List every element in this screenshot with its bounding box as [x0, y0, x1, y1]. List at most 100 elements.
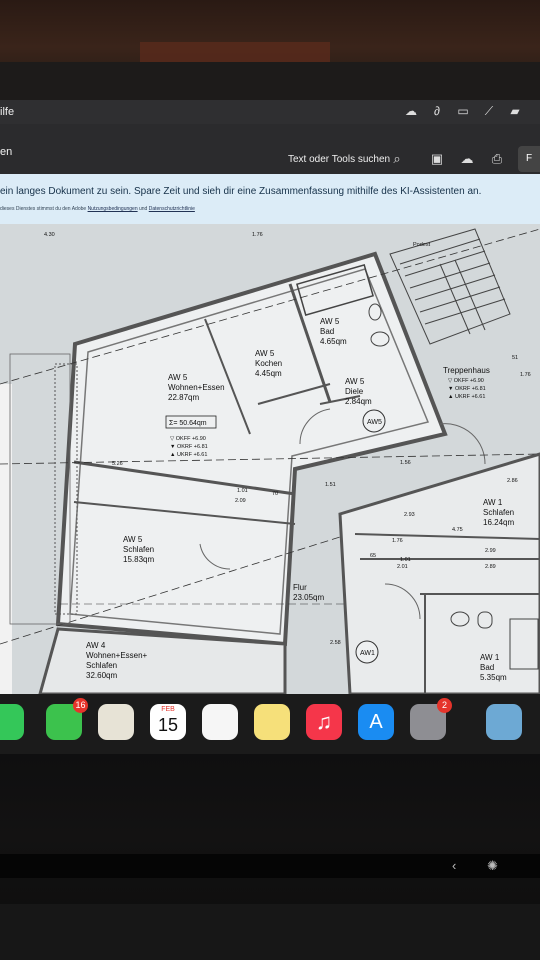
dim-6: 1.76 — [392, 538, 403, 544]
room-label-aw1-bad-3: 5.35qm — [480, 673, 507, 682]
room-label-flur-1: Flur — [293, 583, 307, 592]
legal-and: und — [139, 206, 148, 212]
banner-text: ein langes Dokument zu sein. Spare Zeit … — [0, 186, 482, 197]
dim-15: 1.76 — [520, 372, 531, 378]
room-label-bad-3: 4.65qm — [320, 337, 347, 346]
dim-8: 2.01 — [397, 564, 408, 570]
level-okff: ▽ OKFF +6.90 — [170, 436, 206, 442]
room-label-aw1-schlafen-1: AW 1 — [483, 498, 503, 507]
room-label-aw1-schlafen-2: Schlafen — [483, 508, 514, 517]
dim-10: 2.89 — [485, 564, 496, 570]
keyboard-keys — [0, 904, 540, 960]
legal-prefix: dieses Dienstes stimmst du den Adobe — [0, 206, 87, 212]
level-ukrf: ▲ UKRF +6.61 — [170, 452, 207, 458]
dim-7: 1.01 — [400, 557, 411, 563]
tag-aw5: AW5 — [367, 419, 382, 426]
settings-badge: 2 — [437, 698, 452, 713]
menu-app-name[interactable]: ilfe — [0, 106, 14, 118]
scribble-icon[interactable]: ∂ — [430, 104, 444, 118]
chevron-left-icon[interactable]: ‹ — [452, 858, 456, 873]
room-label-schlafen-2: Schlafen — [123, 545, 154, 554]
room-label-diele-3: 2.84qm — [345, 397, 372, 406]
dim-11: 4.75 — [452, 527, 463, 533]
document-tab-label[interactable]: en — [0, 146, 12, 158]
menu-status-icons: ☁ ∂ ▭ ⟋ ▰ — [404, 104, 522, 118]
room-label-bad-2: Bad — [320, 327, 334, 336]
search-icon[interactable]: ⌕ — [388, 150, 406, 168]
dim-1: 5.26 — [112, 461, 123, 467]
room-label-schlafen-1: AW 5 — [123, 535, 143, 544]
room-label-aw4-4: 32.60qm — [86, 671, 117, 680]
trepp-level-okff: ▽ OKFF +6.90 — [448, 378, 484, 384]
trepp-level-okrf: ▼ OKRF +6.81 — [448, 386, 486, 392]
cloud-icon[interactable]: ☁ — [404, 104, 418, 118]
area-sum-box: Σ= 50.64qm — [169, 420, 207, 427]
notes-app-icon[interactable] — [254, 704, 290, 740]
dim-20: 4.30 — [44, 232, 55, 238]
messages-app-icon[interactable]: 16 — [46, 698, 88, 740]
acrobat-toolbar: en Text oder Tools suchen ⌕ ▣ ☁ ⎙ F — [0, 124, 540, 174]
save-icon[interactable]: ▣ — [428, 150, 446, 168]
dim-5: 1.51 — [325, 482, 336, 488]
room-label-kochen-2: Kochen — [255, 359, 282, 368]
floor-plan-drawing: AW 5 Wohnen+Essen 22.87qm AW 5 Kochen 4.… — [0, 224, 540, 694]
messages-badge: 16 — [73, 698, 88, 713]
dim-3: 2.09 — [235, 498, 246, 504]
calendar-month: FEB — [161, 706, 175, 713]
room-label-diele-1: AW 5 — [345, 377, 365, 386]
room-label-bad-1: AW 5 — [320, 317, 340, 326]
preview-app-icon[interactable] — [486, 704, 522, 740]
macos-dock: 16 FEB 15 ♫ A 2 — [0, 694, 540, 754]
room-label-wohnen-3: 22.87qm — [168, 393, 199, 402]
dim-2: 1.01 — [237, 488, 248, 494]
room-label-aw4-3: Schlafen — [86, 661, 117, 670]
room-label-aw4-1: AW 4 — [86, 641, 106, 650]
dim-4: 70 — [272, 491, 278, 497]
calendar-day: 15 — [157, 715, 179, 735]
maps-app-icon[interactable] — [98, 704, 134, 740]
reminders-app-icon[interactable] — [202, 704, 238, 740]
ai-assistant-banner: ein langes Dokument zu sein. Spare Zeit … — [0, 174, 540, 224]
level-okrf: ▼ OKRF +6.81 — [170, 444, 208, 450]
side-tab[interactable]: F — [518, 146, 540, 172]
terms-link[interactable]: Nutzungsbedingungen — [88, 206, 138, 212]
screen-bezel — [0, 62, 540, 105]
banner-legal-text: dieses Dienstes stimmst du den Adobe Nut… — [0, 206, 195, 212]
room-label-aw1-schlafen-3: 16.24qm — [483, 518, 514, 527]
room-label-kochen-3: 4.45qm — [255, 369, 282, 378]
print-icon[interactable]: ⎙ — [488, 150, 506, 168]
room-label-schlafen-3: 15.83qm — [123, 555, 154, 564]
floor-plan-view[interactable]: AW 5 Wohnen+Essen 22.87qm AW 5 Kochen 4.… — [0, 224, 540, 694]
room-label-aw1-bad-2: Bad — [480, 663, 494, 672]
battery-icon[interactable]: ▰ — [508, 104, 522, 118]
room-label-kochen-1: AW 5 — [255, 349, 275, 358]
trepp-level-ukrf: ▲ UKRF +6.61 — [448, 394, 485, 400]
dim-19: 2.58 — [330, 640, 341, 646]
tools-search-label[interactable]: Text oder Tools suchen — [288, 154, 390, 165]
dim-17: 1.56 — [400, 460, 411, 466]
keyboard-icon[interactable]: ▭ — [456, 104, 470, 118]
dim-18: 1.76 — [252, 232, 263, 238]
dim-14: 2.86 — [507, 478, 518, 484]
dim-9: 2.99 — [485, 548, 496, 554]
room-label-aw1-bad-1: AW 1 — [480, 653, 500, 662]
tag-aw1: AW1 — [360, 650, 375, 657]
dim-12: 65 — [370, 553, 376, 559]
room-label-treppenhaus: Treppenhaus — [443, 366, 490, 375]
privacy-link[interactable]: Datenschutzrichtlinie — [149, 206, 195, 212]
system-settings-icon[interactable]: 2 — [410, 698, 452, 740]
brightness-icon[interactable]: ✺ — [487, 858, 498, 874]
calendar-app-icon[interactable]: FEB 15 — [150, 704, 186, 740]
dim-16: 51 — [512, 355, 518, 361]
room-label-wohnen-2: Wohnen+Essen — [168, 383, 225, 392]
app-store-icon[interactable]: A — [358, 704, 394, 740]
facetime-app-icon[interactable] — [0, 704, 24, 740]
menu-bar: ilfe ☁ ∂ ▭ ⟋ ▰ — [0, 100, 540, 124]
music-app-icon[interactable]: ♫ — [306, 704, 342, 740]
upload-cloud-icon[interactable]: ☁ — [458, 150, 476, 168]
photo-background-top — [0, 0, 540, 105]
room-label-aw4-2: Wohnen+Essen+ — [86, 651, 148, 660]
room-label-wohnen-1: AW 5 — [168, 373, 188, 382]
slash-icon[interactable]: ⟋ — [482, 104, 496, 118]
room-label-diele-2: Diele — [345, 387, 364, 396]
